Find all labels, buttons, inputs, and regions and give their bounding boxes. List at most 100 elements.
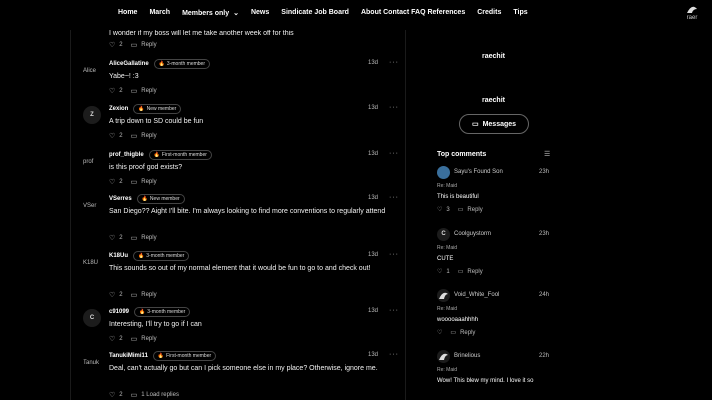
heart-icon[interactable]: ♡ <box>437 206 442 213</box>
nav-link-home[interactable]: Home <box>118 9 137 17</box>
badge-label: New member <box>149 196 180 202</box>
reply-icon[interactable]: ▭ <box>131 132 138 140</box>
avatar[interactable]: C <box>437 228 450 241</box>
more-options-icon[interactable]: ··· <box>389 307 399 314</box>
reply-icon[interactable]: ▭ <box>131 178 138 186</box>
reply-button[interactable]: Reply <box>141 235 156 241</box>
user-menu[interactable]: raer <box>682 5 702 21</box>
nav-link-news[interactable]: News <box>251 9 269 17</box>
more-options-icon[interactable]: ··· <box>389 104 399 111</box>
timestamp: 23h <box>539 169 550 175</box>
top-navigation: Home March Members only ⌄ News Sindicate… <box>0 0 712 30</box>
comment-header: VSerres 🔥 New member <box>109 194 185 204</box>
comment-actions: ♡ 2 ▭ 1 Load replies <box>109 391 179 399</box>
profile-name[interactable]: raechit <box>406 97 581 104</box>
username[interactable]: Brinelious <box>454 353 480 359</box>
comment-actions: ♡ 2 ▭ Reply <box>109 87 157 95</box>
reply-icon[interactable]: ▭ <box>131 41 138 49</box>
reply-icon[interactable]: ▭ <box>458 268 464 275</box>
sort-icon[interactable]: ☰ <box>544 150 550 158</box>
avatar[interactable] <box>437 166 450 179</box>
profile-name-top[interactable]: raechit <box>406 53 581 60</box>
comment-header: K18Uu 🔥 3-month member <box>109 251 190 261</box>
reply-button[interactable]: Reply <box>141 292 156 298</box>
heart-icon[interactable]: ♡ <box>437 329 442 336</box>
reply-button[interactable]: Reply <box>141 42 156 48</box>
reply-button[interactable]: Reply <box>141 179 156 185</box>
comment-body: Yabe~! :3 <box>109 73 139 80</box>
comment-actions: ♡ 2 ▭ Reply <box>109 178 157 186</box>
like-count: 2 <box>119 88 123 94</box>
reply-button[interactable]: Reply <box>141 133 156 139</box>
reply-icon[interactable]: ▭ <box>458 206 464 213</box>
avatar[interactable]: VSer <box>83 197 101 215</box>
flame-icon: 🔥 <box>157 353 165 359</box>
comment-actions: ♡ 3 ▭ Reply <box>437 206 483 214</box>
nav-link-about[interactable]: About Contact FAQ References <box>361 9 465 17</box>
messages-button[interactable]: ▭ Messages <box>459 114 529 134</box>
badge-label: 3-month member <box>147 309 186 315</box>
reply-icon[interactable]: ▭ <box>131 335 138 343</box>
more-options-icon[interactable]: ··· <box>389 351 399 358</box>
reply-context: Re: Maid <box>437 306 458 312</box>
avatar[interactable]: Z <box>83 106 101 124</box>
more-options-icon[interactable]: ··· <box>389 251 399 258</box>
reply-icon[interactable]: ▭ <box>131 391 138 399</box>
reply-icon[interactable]: ▭ <box>131 291 138 299</box>
timestamp: 13d <box>368 352 379 358</box>
username[interactable]: Zexion <box>109 106 128 112</box>
reply-icon[interactable]: ▭ <box>131 87 138 95</box>
reply-button[interactable]: Reply <box>467 269 482 275</box>
heart-icon[interactable]: ♡ <box>109 391 115 399</box>
reply-button[interactable]: Reply <box>460 330 475 336</box>
reply-icon[interactable]: ▭ <box>131 234 138 242</box>
avatar[interactable] <box>437 289 450 302</box>
username[interactable]: VSerres <box>109 196 132 202</box>
timestamp: 24h <box>539 292 550 298</box>
member-badge: 🔥 New member <box>133 104 182 114</box>
avatar[interactable]: K18U <box>83 254 101 272</box>
username[interactable]: Void_White_Fool <box>454 292 499 298</box>
heart-icon[interactable]: ♡ <box>109 41 115 49</box>
username[interactable]: prof_thigble <box>109 152 144 158</box>
reply-button[interactable]: Reply <box>467 207 482 213</box>
avatar[interactable] <box>437 350 450 363</box>
heart-icon[interactable]: ♡ <box>109 335 115 343</box>
nav-link-march[interactable]: March <box>149 9 170 17</box>
nav-link-members-only[interactable]: Members only ⌄ <box>182 9 239 17</box>
username[interactable]: K18Uu <box>109 253 128 259</box>
heart-icon[interactable]: ♡ <box>109 234 115 242</box>
message-icon: ▭ <box>471 121 479 128</box>
username[interactable]: TanukiMimi11 <box>109 353 148 359</box>
comment-body: Wow! This blew my mind. I love it so <box>437 378 534 384</box>
more-options-icon[interactable]: ··· <box>389 150 399 157</box>
timestamp: 22h <box>539 353 550 359</box>
flame-icon: 🔥 <box>139 309 146 315</box>
username[interactable]: AliceGallatine <box>109 61 149 67</box>
reply-icon[interactable]: ▭ <box>450 329 456 336</box>
like-count: 2 <box>119 42 123 48</box>
avatar[interactable]: prof <box>83 153 101 171</box>
comment-feed[interactable]: I wonder if my boss will let me take ano… <box>70 30 406 400</box>
heart-icon[interactable]: ♡ <box>109 291 115 299</box>
more-options-icon[interactable]: ··· <box>389 194 399 201</box>
avatar[interactable]: C <box>83 309 101 327</box>
username[interactable]: Sayu's Found Son <box>454 169 503 175</box>
comment-actions: ♡ 2 ▭ Reply <box>109 132 157 140</box>
username[interactable]: Coolguystorm <box>454 231 491 237</box>
heart-icon[interactable]: ♡ <box>109 132 115 140</box>
more-options-icon[interactable]: ··· <box>389 59 399 66</box>
heart-icon[interactable]: ♡ <box>109 178 115 186</box>
reply-button[interactable]: Reply <box>141 88 156 94</box>
nav-link-tips[interactable]: Tips <box>513 9 527 17</box>
nav-link-credits[interactable]: Credits <box>477 9 501 17</box>
like-count: 2 <box>119 336 123 342</box>
nav-link-job-board[interactable]: Sindicate Job Board <box>281 9 349 17</box>
load-replies-button[interactable]: 1 Load replies <box>141 392 179 398</box>
username[interactable]: c91099 <box>109 309 129 315</box>
heart-icon[interactable]: ♡ <box>109 87 115 95</box>
heart-icon[interactable]: ♡ <box>437 268 442 275</box>
avatar[interactable]: Alice <box>83 62 101 80</box>
avatar[interactable]: Tanuk <box>83 354 101 372</box>
reply-button[interactable]: Reply <box>141 336 156 342</box>
